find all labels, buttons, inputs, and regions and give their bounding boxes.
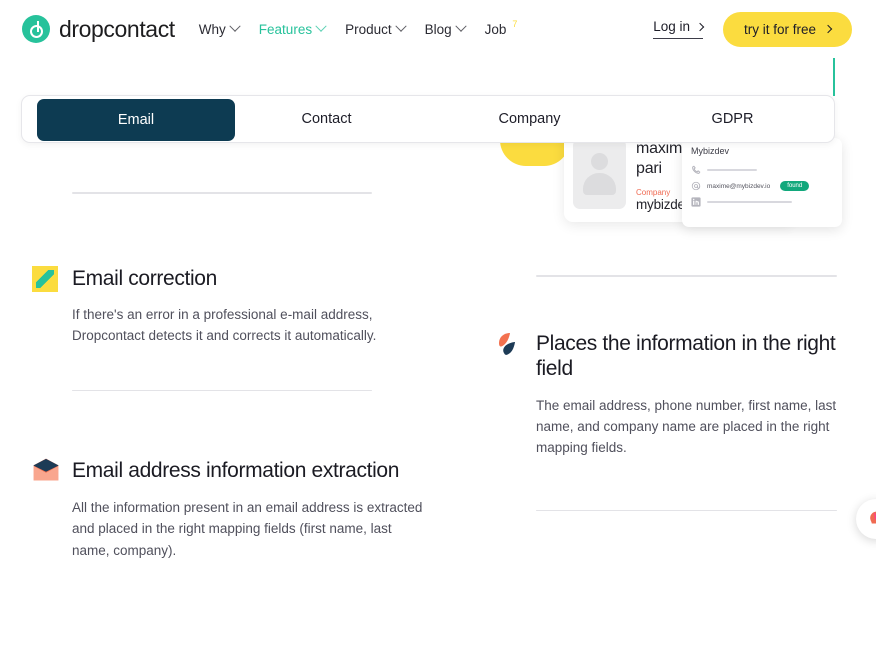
nav-item-job[interactable]: Job 7: [484, 19, 518, 37]
envelope-icon: [32, 458, 60, 486]
tab-contact[interactable]: Contact: [225, 112, 428, 127]
linkedin-icon: [691, 197, 701, 207]
avatar: [573, 139, 626, 209]
tab-company[interactable]: Company: [428, 112, 631, 127]
try-it-for-free-button[interactable]: try it for free: [722, 11, 852, 47]
feature-description: The email address, phone number, first n…: [536, 397, 837, 456]
leaves-icon: [496, 331, 524, 359]
nav-item-features[interactable]: Features: [258, 20, 327, 37]
features-column-right: Places the information in the right fiel…: [496, 226, 868, 512]
login-label: Log in: [653, 19, 690, 34]
site-header: dropcontact Why Features Product Blog Jo…: [0, 0, 876, 58]
header-actions: Log in try it for free: [653, 11, 852, 47]
divider-right-top: [536, 275, 837, 277]
nav-item-product[interactable]: Product: [345, 20, 407, 37]
login-link[interactable]: Log in: [653, 19, 705, 39]
contact-detail-panel: Mybizdev maxime@mybizdev.io found: [682, 138, 842, 227]
nav-label-job: Job: [484, 21, 507, 37]
divider-left-top: [72, 192, 372, 194]
chevron-down-icon: [229, 20, 241, 32]
nav-item-blog[interactable]: Blog: [424, 20, 467, 37]
detail-phone-placeholder: [707, 169, 757, 171]
phone-icon: [691, 165, 701, 175]
detail-linkedin-placeholder: [707, 201, 792, 203]
feature-email-correction: Email correction If there's an error in …: [32, 265, 432, 347]
tab-gdpr[interactable]: GDPR: [631, 112, 834, 127]
chat-widget-icon: [869, 511, 876, 523]
divider-left-bottom: [72, 389, 372, 392]
chevron-right-icon: [823, 24, 833, 34]
brand-logo[interactable]: dropcontact: [22, 15, 175, 43]
feature-description: If there's an error in a professional e-…: [72, 307, 377, 344]
detail-row-email: maxime@mybizdev.io found: [691, 178, 833, 194]
detail-row-phone: [691, 162, 833, 178]
features-column-left: Email correction If there's an error in …: [32, 150, 432, 561]
detail-row-linkedin: [691, 194, 833, 210]
detail-title: Mybizdev: [691, 146, 730, 156]
accent-rule: [833, 58, 835, 96]
pencil-icon: [32, 265, 58, 292]
status-badge: found: [780, 181, 810, 191]
nav-label-blog: Blog: [424, 21, 452, 37]
nav-job-badge: 7: [512, 19, 518, 29]
at-icon: [691, 181, 701, 191]
nav-label-why: Why: [198, 21, 226, 37]
feature-title: Email address information extraction: [72, 459, 400, 483]
nav-label-product: Product: [345, 21, 392, 37]
nav-item-why[interactable]: Why: [198, 20, 241, 37]
chevron-down-icon: [394, 20, 407, 32]
feature-email-extraction: Email address information extraction All…: [32, 458, 432, 561]
feature-right-field: Places the information in the right fiel…: [496, 331, 868, 459]
tab-email-label: Email: [117, 111, 155, 128]
cta-label: try it for free: [743, 21, 816, 37]
dropcontact-logo-icon: [22, 15, 50, 43]
feature-title: Places the information in the right fiel…: [536, 331, 836, 381]
detail-email-value: maxime@mybizdev.io: [707, 182, 771, 190]
feature-tabs: Email Contact Company GDPR: [21, 95, 835, 143]
feature-description: All the information present in an email …: [72, 499, 423, 558]
divider-right-bottom: [536, 509, 837, 512]
chevron-down-icon: [454, 20, 467, 32]
chevron-down-icon: [315, 20, 327, 32]
chevron-right-icon: [695, 22, 705, 31]
brand-name: dropcontact: [59, 15, 175, 42]
tab-email[interactable]: Email: [37, 99, 235, 141]
main-nav: Why Features Product Blog Job 7: [198, 19, 518, 37]
feature-title: Email correction: [72, 266, 217, 290]
nav-label-features: Features: [258, 21, 313, 37]
